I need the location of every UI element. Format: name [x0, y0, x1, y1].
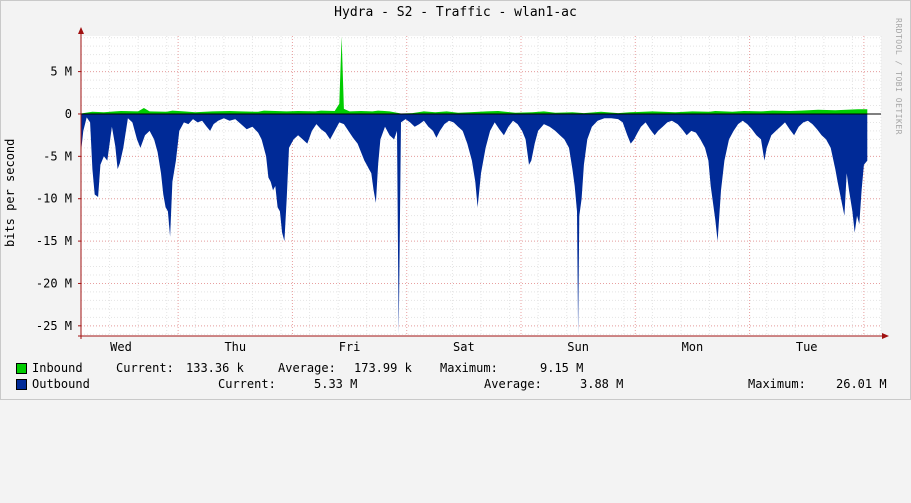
y-tick-label: -20 M — [36, 276, 72, 290]
inbound-current-value: 133.36 k — [186, 361, 244, 375]
traffic-chart: 5 M 0 -5 M -10 M -15 M -20 M -25 M Wed Thu Fri Sat… — [36, 27, 889, 354]
inbound-average-value: 173.99 k — [354, 361, 412, 375]
outbound-maximum-label: Maximum: — [748, 377, 806, 391]
y-tick-label: -10 M — [36, 192, 72, 206]
y-tick-label: -5 M — [43, 149, 72, 163]
outbound-maximum-value: 26.01 M — [836, 377, 887, 391]
x-tick-label-fri: Fri — [339, 340, 361, 354]
inbound-swatch — [16, 363, 27, 374]
x-tick-label-sun: Sun — [567, 340, 589, 354]
inbound-maximum-label: Maximum: — [440, 361, 498, 375]
x-tick-label-sat: Sat — [453, 340, 475, 354]
legend-outbound-row: Outbound Current: 5.33 M Average: 3.88 M… — [14, 377, 887, 391]
y-tick-label: 5 M — [50, 65, 72, 79]
outbound-swatch — [16, 379, 27, 390]
legend-inbound-row: Inbound Current: 133.36 k Average: 173.9… — [14, 361, 583, 375]
x-tick-label-mon: Mon — [682, 340, 704, 354]
x-tick-label-wed: Wed — [110, 340, 132, 354]
inbound-name: Inbound — [32, 361, 83, 375]
chart-title: Hydra - S2 - Traffic - wlan1-ac — [334, 5, 577, 20]
x-axis-arrow — [882, 333, 889, 339]
outbound-current-value: 5.33 M — [314, 377, 358, 391]
inbound-average-label: Average: — [278, 361, 336, 375]
y-tick-label: -25 M — [36, 319, 72, 333]
outbound-name: Outbound — [32, 377, 90, 391]
outbound-current-label: Current: — [218, 377, 276, 391]
outbound-average-label: Average: — [484, 377, 542, 391]
y-tick-label: -15 M — [36, 234, 72, 248]
y-tick-label: 0 — [65, 107, 72, 121]
inbound-maximum-value: 9.15 M — [540, 361, 584, 375]
inbound-current-label: Current: — [116, 361, 174, 375]
outbound-average-value: 3.88 M — [580, 377, 624, 391]
rrdtool-watermark: RRDTOOL / TOBI OETIKER — [894, 18, 903, 135]
y-axis-arrow — [78, 27, 84, 34]
y-axis-label: bits per second — [3, 138, 17, 247]
x-tick-label-tue: Tue — [796, 340, 818, 354]
x-tick-label-thu: Thu — [224, 340, 246, 354]
